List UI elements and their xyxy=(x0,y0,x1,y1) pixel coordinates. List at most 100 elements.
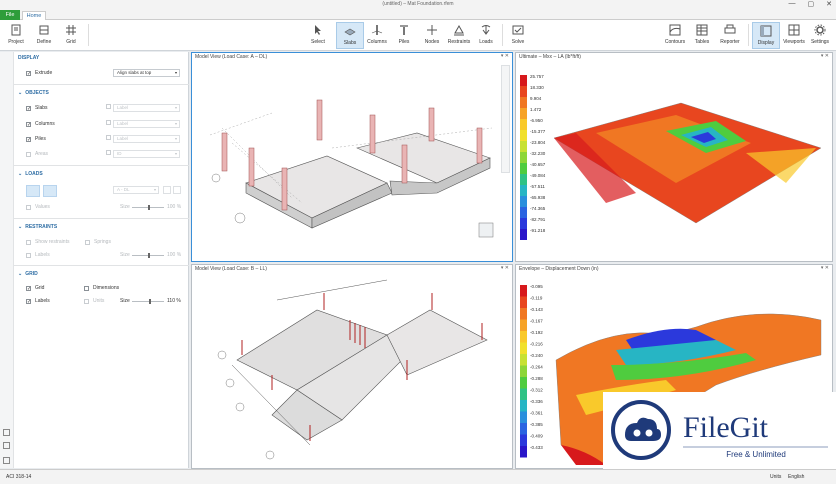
legend-swatch xyxy=(520,285,527,297)
viewports-button[interactable]: Viewports xyxy=(780,22,808,49)
slabs-checkbox[interactable] xyxy=(26,105,31,114)
legend-swatch xyxy=(520,434,527,446)
model-3d-view-b[interactable] xyxy=(192,265,512,468)
areas-checkbox[interactable] xyxy=(26,152,31,157)
view-cube[interactable] xyxy=(478,222,494,238)
section-grid[interactable]: ⌄ GRID xyxy=(14,270,189,279)
legend-label: -40.657 xyxy=(530,162,546,167)
legend-label: -0.095 xyxy=(530,284,543,289)
tables-button[interactable]: Tables xyxy=(688,22,716,49)
section-grid-title: GRID xyxy=(25,271,38,277)
chevron-down-icon: ▾ xyxy=(174,136,177,141)
restraint-labels-label: Labels xyxy=(35,252,50,258)
section-display[interactable]: DISPLAY xyxy=(14,54,189,63)
view-toolbar[interactable] xyxy=(501,65,510,173)
model-3d-view[interactable] xyxy=(192,53,512,261)
slider-knob[interactable] xyxy=(148,253,150,258)
ribbon: Project Define Grid Select Slabs Columns… xyxy=(0,20,836,51)
legend-label: -0.167 xyxy=(530,319,543,324)
loads-label: Loads xyxy=(479,39,493,45)
gear-icon xyxy=(814,24,826,36)
section-loads[interactable]: ⌄ LOADS xyxy=(14,170,189,179)
legend-label: 18.330 xyxy=(530,85,544,90)
nodes-label: Nodes xyxy=(424,39,440,45)
tab-file[interactable]: File xyxy=(0,10,20,20)
slabs-label-dropdown[interactable]: Label ▾ xyxy=(113,104,180,112)
grid-size-slider[interactable] xyxy=(132,299,164,304)
legend-swatch xyxy=(520,377,527,389)
legend-label: -23.804 xyxy=(530,140,546,145)
piles-label-dropdown[interactable]: Label ▾ xyxy=(113,135,180,143)
slabs-button[interactable]: Slabs xyxy=(336,22,364,49)
show-restraints-checkbox[interactable] xyxy=(26,240,31,245)
section-objects[interactable]: ⌄ OBJECTS xyxy=(14,89,189,98)
viewport-model-b[interactable]: Model View (Load Case: B – LL) ▾ ✕ xyxy=(191,264,513,469)
values-checkbox[interactable] xyxy=(26,205,31,210)
springs-checkbox[interactable] xyxy=(85,240,90,245)
select-button[interactable]: Select xyxy=(304,22,332,49)
loadcase-prev-button[interactable] xyxy=(163,186,171,194)
loadcase-next-button[interactable] xyxy=(173,186,181,194)
list-icon[interactable] xyxy=(3,457,10,464)
project-button[interactable]: Project xyxy=(2,22,30,49)
maximize-button[interactable]: ▢ xyxy=(808,0,815,8)
piles-checkbox[interactable] xyxy=(26,136,31,145)
columns-button[interactable]: Columns xyxy=(363,22,391,49)
reporter-button[interactable]: Reporter xyxy=(716,22,744,49)
restraints-button[interactable]: Restraints xyxy=(445,22,473,49)
load-mode-button-1[interactable] xyxy=(26,185,40,197)
restraints-label: Restraints xyxy=(447,39,471,45)
dimensions-checkbox[interactable] xyxy=(84,286,89,291)
close-button[interactable]: ✕ xyxy=(826,0,832,8)
restraints-size-slider[interactable] xyxy=(132,253,164,258)
grid-button[interactable]: Grid xyxy=(57,22,85,49)
contour-plot-top[interactable]: 25.757 18.330 9.904 1.472 -6.950 -15.377 -23.8… xyxy=(516,53,832,261)
piles-button[interactable]: Piles xyxy=(390,22,418,49)
viewport-ultimate-mxx[interactable]: Ultimate – Mxx – LA (lb*ft/ft) ▾ ✕ 25.75… xyxy=(515,52,833,262)
grid-labels-checkbox[interactable] xyxy=(26,298,31,307)
slider-knob[interactable] xyxy=(148,205,150,210)
areas-label-checkbox[interactable] xyxy=(106,150,111,155)
chevron-down-icon: ▾ xyxy=(153,187,156,192)
restraint-labels-checkbox[interactable] xyxy=(26,253,31,258)
columns-row-label: Columns xyxy=(35,121,55,127)
legend-label: -91.218 xyxy=(530,228,546,233)
piles-label-checkbox[interactable] xyxy=(106,135,111,140)
chevron-down-icon: ▾ xyxy=(174,70,177,75)
columns-label-checkbox[interactable] xyxy=(106,120,111,125)
contours-button[interactable]: Contours xyxy=(661,22,689,49)
units-dropdown[interactable]: English xyxy=(788,474,804,480)
settings-button[interactable]: Settings xyxy=(806,22,834,49)
load-mode-button-2[interactable] xyxy=(43,185,57,197)
areas-dropdown[interactable]: ID ▾ xyxy=(113,150,180,158)
panel-side-strip xyxy=(0,52,14,468)
extrude-checkbox[interactable] xyxy=(26,70,31,79)
columns-label: Columns xyxy=(367,39,387,45)
grid-checkbox[interactable] xyxy=(26,285,31,294)
display-button[interactable]: Display xyxy=(752,22,780,49)
legend-swatch xyxy=(520,218,527,229)
loads-button[interactable]: Loads xyxy=(472,22,500,49)
solve-button[interactable]: Solve xyxy=(504,22,532,49)
loads-size-value: 100 % xyxy=(167,204,182,210)
define-button[interactable]: Define xyxy=(30,22,58,49)
layers-icon[interactable] xyxy=(3,442,10,449)
viewport-model-a[interactable]: Model View (Load Case: A – DL) ▾ ✕ xyxy=(191,52,513,262)
loads-size-slider[interactable] xyxy=(132,205,164,210)
legend-swatch xyxy=(520,130,527,141)
solve-icon xyxy=(512,25,524,35)
columns-checkbox[interactable] xyxy=(26,121,31,130)
columns-label-dropdown[interactable]: Label ▾ xyxy=(113,120,180,128)
nodes-button[interactable]: Nodes xyxy=(418,22,446,49)
slider-knob[interactable] xyxy=(149,299,151,304)
slabs-label-checkbox[interactable] xyxy=(106,104,111,109)
extrude-dropdown[interactable]: Align slabs at top ▾ xyxy=(113,69,180,77)
loadcase-dropdown[interactable]: A - DL ▾ xyxy=(113,186,159,194)
chevron-icon: ⌄ xyxy=(18,90,23,96)
units-checkbox[interactable] xyxy=(84,299,89,304)
chevron-down-icon: ▾ xyxy=(174,151,177,156)
slab-icon xyxy=(344,28,356,36)
section-restraints[interactable]: ⌄ RESTRAINTS xyxy=(14,223,189,232)
minimize-button[interactable]: — xyxy=(789,0,796,8)
collapse-icon[interactable] xyxy=(3,429,10,436)
